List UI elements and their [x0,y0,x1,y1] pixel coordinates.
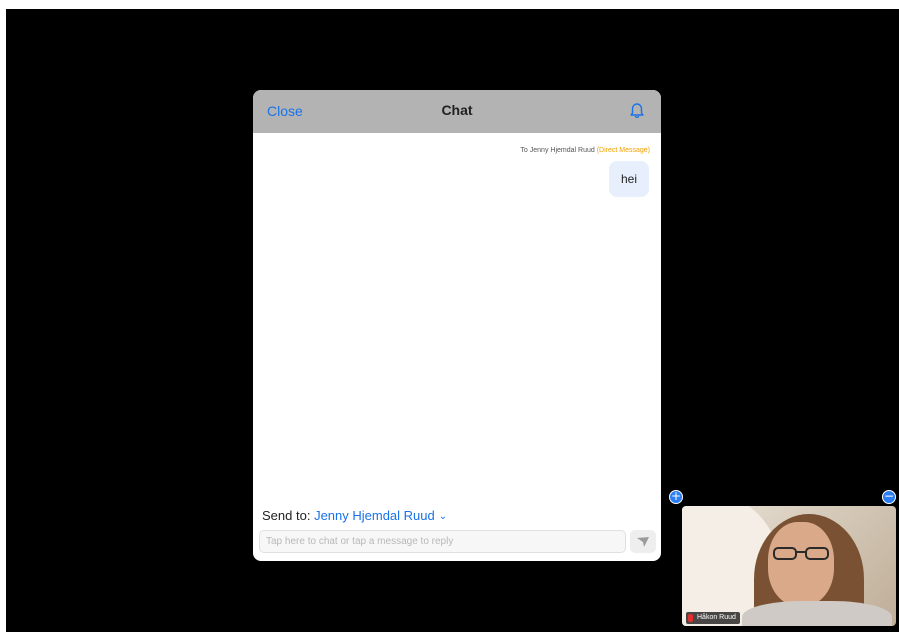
meeting-screen: Close Chat To Jenny Hjemdal Ruud (Direct… [6,9,899,632]
chat-title: Chat [441,102,473,118]
participant-face [768,522,834,606]
send-to-label: Send to: [262,508,311,523]
plus-icon[interactable]: + [669,490,683,504]
chat-input[interactable] [259,530,626,553]
participant-video-tile[interactable]: Håkon Ruud [682,506,896,626]
mic-muted-icon [688,614,693,622]
send-to-selector[interactable]: Jenny Hjemdal Ruud ⌄ [314,508,447,523]
participant-sweater [742,601,892,626]
bell-icon[interactable] [627,101,647,121]
participant-name-tag: Håkon Ruud [686,612,740,624]
send-to-row: Send to: Jenny Hjemdal Ruud ⌄ [262,508,447,523]
message-recipient: Jenny Hjemdal Ruud [529,147,595,154]
message-to-prefix: To [520,147,528,154]
message-bubble[interactable]: hei [609,161,649,197]
glasses-shape [773,547,829,560]
minus-icon[interactable]: − [882,490,896,504]
participant-name: Håkon Ruud [697,614,736,621]
chat-panel: Close Chat To Jenny Hjemdal Ruud (Direct… [253,90,661,561]
send-to-target-name: Jenny Hjemdal Ruud [314,508,435,523]
chevron-down-icon: ⌄ [438,511,448,522]
message-text: hei [620,172,637,186]
send-icon [637,536,649,547]
send-button[interactable] [630,530,656,553]
direct-message-label: (Direct Message) [596,147,650,154]
message-meta: To Jenny Hjemdal Ruud (Direct Message) [520,147,650,154]
chat-header: Close Chat [253,90,661,133]
